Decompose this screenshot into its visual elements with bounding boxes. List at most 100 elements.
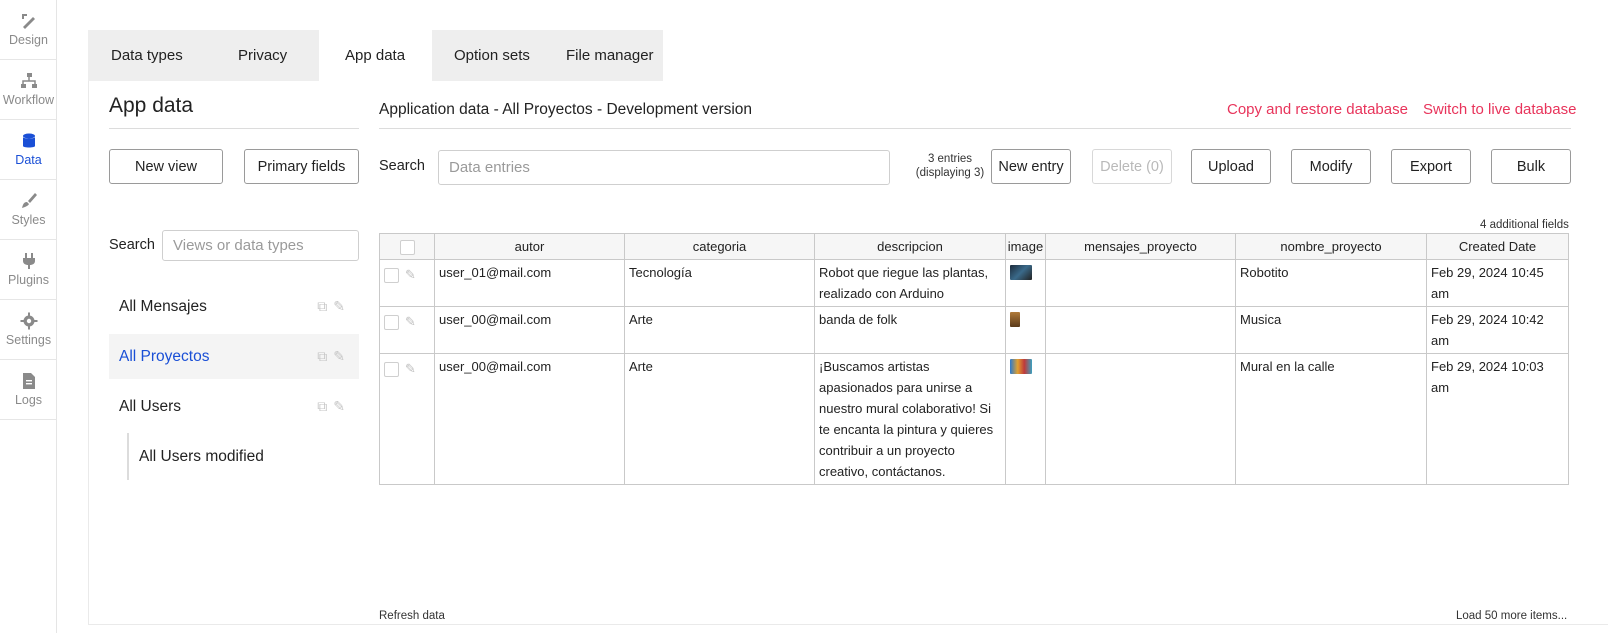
view-item-all-users-modified[interactable]: All Users modified: [127, 433, 264, 480]
tab-privacy[interactable]: Privacy: [203, 30, 315, 81]
pencil-icon[interactable]: ✎: [333, 398, 345, 414]
pencil-icon[interactable]: ✎: [333, 298, 345, 314]
rail-label: Workflow: [2, 93, 55, 107]
rail-item-workflow[interactable]: Workflow: [0, 60, 57, 120]
cell-image: [1005, 353, 1046, 485]
column-header-autor[interactable]: autor: [434, 233, 625, 260]
rail-item-logs[interactable]: Logs: [0, 360, 57, 420]
cell-descripcion: Robot que riegue las plantas, realizado …: [814, 259, 1006, 307]
row-checkbox[interactable]: [384, 315, 399, 331]
row-checkbox[interactable]: [384, 362, 399, 378]
rail-item-settings[interactable]: Settings: [0, 300, 57, 360]
copy-icon[interactable]: ⧉: [317, 298, 327, 314]
new-view-button[interactable]: New view: [109, 149, 223, 184]
cell-descripcion: banda de folk: [814, 306, 1006, 354]
pencil-icon[interactable]: ✎: [333, 348, 345, 364]
bulk-button[interactable]: Bulk: [1491, 149, 1571, 184]
rail-item-styles[interactable]: Styles: [0, 180, 57, 240]
data-table: autor categoria descripcion image mensaj…: [379, 233, 1569, 485]
table-row[interactable]: ✎ user_01@mail.com Tecnología Robot que …: [379, 259, 1569, 307]
cell-categoria: Tecnología: [624, 259, 815, 307]
pencil-icon[interactable]: ✎: [405, 361, 416, 376]
tab-app-data[interactable]: App data: [319, 30, 432, 81]
cell-nombre-proyecto: Mural en la calle: [1235, 353, 1427, 485]
folk-thumbnail[interactable]: [1010, 312, 1020, 327]
rail-label: Styles: [11, 213, 46, 227]
rail-item-plugins[interactable]: Plugins: [0, 240, 57, 300]
modify-button[interactable]: Modify: [1291, 149, 1371, 184]
cell-mensajes-proyecto: [1045, 259, 1236, 307]
mural-thumbnail[interactable]: [1010, 359, 1032, 374]
rail-label: Data: [15, 153, 42, 167]
entries-search-label: Search: [379, 158, 425, 174]
view-label: All Proyectos: [119, 348, 210, 365]
upload-button[interactable]: Upload: [1191, 149, 1271, 184]
rail-label: Settings: [5, 333, 52, 347]
cell-autor: user_00@mail.com: [434, 353, 625, 485]
copy-icon[interactable]: ⧉: [317, 348, 327, 364]
document-icon: [22, 373, 35, 389]
row-checkbox[interactable]: [384, 268, 399, 284]
view-item-all-users[interactable]: All Users ⧉ ✎: [109, 384, 359, 429]
view-item-all-proyectos[interactable]: All Proyectos ⧉ ✎: [109, 334, 359, 379]
view-actions: ⧉ ✎: [311, 284, 345, 329]
column-header-mensajes-proyecto[interactable]: mensajes_proyecto: [1045, 233, 1236, 260]
tab-data-types[interactable]: Data types: [88, 30, 203, 81]
switch-live-database-link[interactable]: Switch to live database: [1423, 101, 1576, 118]
workflow-icon: [20, 73, 37, 88]
tab-bar: Data types Privacy App data Option sets …: [88, 30, 663, 81]
table-header-row: autor categoria descripcion image mensaj…: [379, 233, 1569, 260]
design-icon: [21, 14, 35, 29]
pencil-icon[interactable]: ✎: [405, 267, 416, 282]
cell-created-date: Feb 29, 2024 10:42 am: [1426, 306, 1569, 354]
column-header-created-date[interactable]: Created Date: [1426, 233, 1569, 260]
tab-file-manager[interactable]: File manager: [547, 30, 663, 81]
divider: [379, 128, 1571, 129]
rail-item-design[interactable]: Design: [0, 0, 57, 60]
cell-image: [1005, 306, 1046, 354]
divider: [109, 128, 359, 129]
cell-nombre-proyecto: Musica: [1235, 306, 1427, 354]
database-icon: [22, 133, 35, 148]
view-label: All Users: [119, 398, 182, 415]
cell-descripcion: ¡Buscamos artistas apasionados para unir…: [814, 353, 1006, 485]
pencil-icon[interactable]: ✎: [405, 314, 416, 329]
load-more-link[interactable]: Load 50 more items...: [1456, 610, 1567, 622]
robot-thumbnail[interactable]: [1010, 265, 1032, 280]
copy-restore-database-link[interactable]: Copy and restore database: [1227, 101, 1408, 118]
row-controls: ✎: [379, 306, 435, 354]
view-actions: ⧉ ✎: [311, 384, 345, 429]
cell-mensajes-proyecto: [1045, 353, 1236, 485]
row-controls: ✎: [379, 353, 435, 485]
cell-autor: user_01@mail.com: [434, 259, 625, 307]
column-header-nombre-proyecto[interactable]: nombre_proyecto: [1235, 233, 1427, 260]
primary-fields-button[interactable]: Primary fields: [244, 149, 359, 184]
cell-mensajes-proyecto: [1045, 306, 1236, 354]
view-item-all-mensajes[interactable]: All Mensajes ⧉ ✎: [109, 284, 359, 329]
select-all-cell: [379, 233, 435, 260]
export-button[interactable]: Export: [1391, 149, 1471, 184]
brush-icon: [21, 193, 37, 208]
column-header-categoria[interactable]: categoria: [624, 233, 815, 260]
select-all-checkbox[interactable]: [399, 239, 415, 255]
rail-label: Plugins: [8, 273, 49, 287]
page-title: App data: [109, 94, 194, 117]
copy-icon[interactable]: ⧉: [317, 398, 327, 414]
application-data-title: Application data - All Proyectos - Devel…: [379, 101, 753, 118]
view-label: All Mensajes: [119, 298, 207, 315]
table-row[interactable]: ✎ user_00@mail.com Arte ¡Buscamos artist…: [379, 353, 1569, 485]
views-search-input[interactable]: [162, 230, 359, 261]
delete-button[interactable]: Delete (0): [1092, 149, 1172, 184]
tab-option-sets[interactable]: Option sets: [432, 30, 547, 81]
table-row[interactable]: ✎ user_00@mail.com Arte banda de folk Mu…: [379, 306, 1569, 354]
column-header-image[interactable]: image: [1005, 233, 1046, 260]
entries-search-input[interactable]: [438, 150, 890, 185]
column-header-descripcion[interactable]: descripcion: [814, 233, 1006, 260]
additional-fields-count[interactable]: 4 additional fields: [1480, 219, 1569, 231]
cell-categoria: Arte: [624, 306, 815, 354]
new-entry-button[interactable]: New entry: [991, 149, 1071, 184]
plug-icon: [22, 253, 35, 269]
cell-nombre-proyecto: Robotito: [1235, 259, 1427, 307]
rail-item-data[interactable]: Data: [0, 120, 57, 180]
refresh-data-link[interactable]: Refresh data: [379, 610, 445, 622]
